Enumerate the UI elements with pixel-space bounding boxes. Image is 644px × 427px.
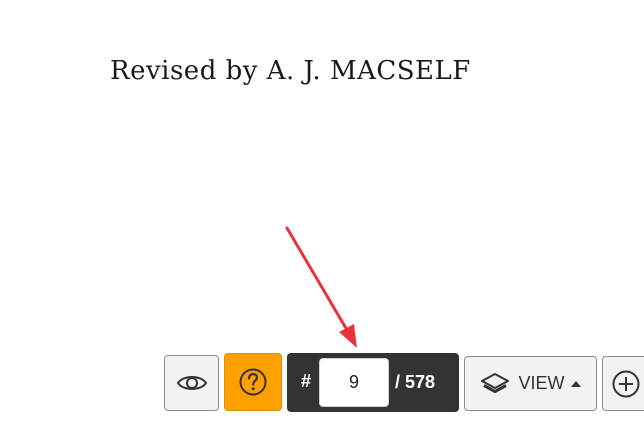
question-circle-icon: [239, 368, 267, 396]
page-hash-label: #: [301, 371, 312, 391]
document-viewer: Revised by A. J. MACSELF # / 578 VIEW: [0, 0, 644, 427]
plus-circle-icon: [612, 370, 640, 397]
view-menu-button[interactable]: VIEW: [464, 356, 597, 411]
zoom-in-button[interactable]: [602, 356, 644, 411]
layers-icon: [481, 372, 510, 393]
page-total-label: / 578: [395, 372, 436, 392]
page-number-input[interactable]: [319, 358, 389, 407]
eye-icon: [176, 376, 207, 390]
page-navigator: # / 578: [287, 353, 459, 412]
document-text-line: Revised by A. J. MACSELF: [110, 56, 471, 86]
view-menu-label: VIEW: [518, 373, 565, 393]
caret-up-icon: [570, 380, 581, 387]
help-button[interactable]: [224, 353, 282, 411]
toggle-visibility-button[interactable]: [164, 355, 219, 411]
